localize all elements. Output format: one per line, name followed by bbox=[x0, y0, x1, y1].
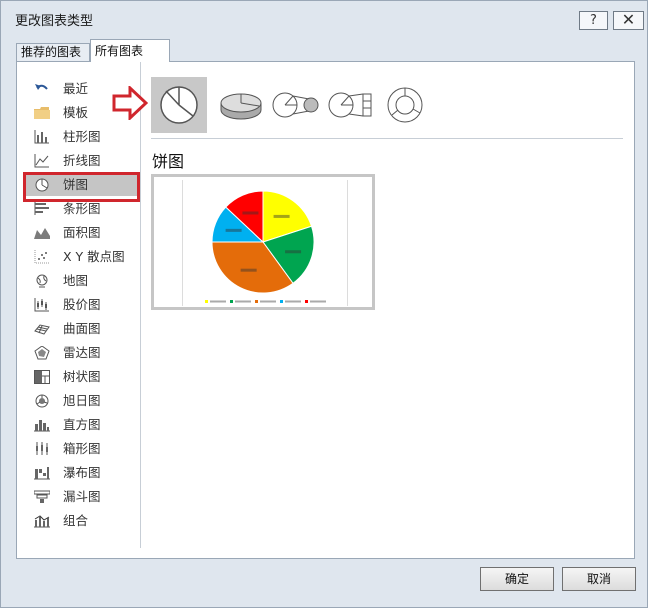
sidebar-item-box-whisker[interactable]: 箱形图 bbox=[23, 438, 137, 460]
sidebar-item-line[interactable]: 折线图 bbox=[23, 150, 137, 172]
surface-chart-icon bbox=[34, 324, 50, 335]
help-button[interactable]: ? bbox=[579, 11, 608, 30]
divider bbox=[151, 138, 623, 139]
folder-icon bbox=[34, 107, 50, 119]
treemap-icon bbox=[34, 370, 50, 384]
subtype-doughnut[interactable] bbox=[377, 77, 433, 133]
legend-swatch-4 bbox=[305, 300, 308, 303]
pie-data-label-2 bbox=[240, 268, 257, 272]
chart-subtype-heading: 饼图 bbox=[152, 152, 185, 171]
tab-all-charts[interactable]: 所有图表 bbox=[90, 39, 170, 62]
sidebar-item-label: 面积图 bbox=[63, 225, 101, 240]
sidebar-item-label: 地图 bbox=[63, 273, 89, 288]
funnel-icon bbox=[34, 490, 50, 503]
pie-subtype-gallery bbox=[151, 77, 621, 133]
pie-data-label-3 bbox=[225, 228, 242, 232]
sidebar-item-label: 模板 bbox=[63, 105, 89, 120]
scatter-chart-icon bbox=[34, 250, 49, 264]
sidebar-item-label: 树状图 bbox=[63, 369, 101, 384]
legend-entry-0 bbox=[210, 300, 226, 303]
subtype-bar-of-pie[interactable] bbox=[323, 77, 379, 133]
tab-recommended-charts[interactable]: 推荐的图表 bbox=[16, 43, 90, 61]
sidebar-item-label: 瀑布图 bbox=[63, 465, 101, 480]
sidebar-item-label: 组合 bbox=[63, 513, 89, 528]
subtype-pie-of-pie[interactable] bbox=[267, 77, 323, 133]
pie-chart-preview bbox=[205, 190, 326, 303]
sidebar-item-label: 直方图 bbox=[63, 417, 101, 432]
close-button[interactable]: ✕ bbox=[613, 11, 644, 30]
legend-entry-1 bbox=[235, 300, 251, 303]
undo-arrow-icon bbox=[35, 84, 48, 90]
chart-type-list: 最近 模板 柱形图 折线图 饼图 条形图 面积图 X Y 散点图 地图 股价图 … bbox=[17, 62, 141, 548]
pie-3d-icon bbox=[220, 93, 262, 120]
combo-chart-icon bbox=[34, 515, 50, 528]
pie-icon bbox=[160, 86, 198, 124]
pie-data-label-1 bbox=[285, 250, 302, 254]
box-whisker-icon bbox=[36, 442, 48, 455]
subtype-pie[interactable] bbox=[151, 77, 207, 133]
stock-chart-icon bbox=[34, 298, 49, 312]
sidebar-item-combo[interactable]: 组合 bbox=[23, 510, 137, 532]
sidebar-item-label: 箱形图 bbox=[63, 441, 101, 456]
pie-selection-highlight bbox=[23, 172, 140, 202]
sidebar-item-scatter[interactable]: X Y 散点图 bbox=[23, 246, 137, 268]
legend-swatch-0 bbox=[205, 300, 208, 303]
sidebar-item-map[interactable]: 地图 bbox=[23, 270, 137, 292]
sunburst-icon bbox=[35, 394, 49, 408]
window-title: 更改图表类型 bbox=[15, 14, 94, 29]
radar-chart-icon bbox=[34, 346, 50, 360]
area-chart-icon bbox=[34, 228, 50, 239]
sidebar-item-label: X Y 散点图 bbox=[63, 249, 125, 264]
waterfall-icon bbox=[34, 467, 50, 480]
globe-icon bbox=[36, 274, 48, 288]
legend-swatch-1 bbox=[230, 300, 233, 303]
legend-swatch-3 bbox=[280, 300, 283, 303]
sidebar-item-histogram[interactable]: 直方图 bbox=[23, 414, 137, 436]
legend-entry-3 bbox=[285, 300, 301, 303]
column-chart-icon bbox=[34, 130, 49, 144]
title-bar: 更改图表类型 ? ✕ bbox=[1, 1, 647, 35]
pie-of-pie-icon bbox=[272, 92, 319, 118]
pie-data-label-0 bbox=[273, 214, 290, 218]
red-arrow-icon bbox=[112, 86, 148, 120]
sidebar-item-radar[interactable]: 雷达图 bbox=[23, 342, 137, 364]
bar-of-pie-icon bbox=[328, 92, 372, 118]
sidebar-item-stock[interactable]: 股价图 bbox=[23, 294, 137, 316]
legend-entry-4 bbox=[310, 300, 326, 303]
sidebar-item-sunburst[interactable]: 旭日图 bbox=[23, 390, 137, 412]
bar-chart-icon bbox=[34, 202, 49, 215]
sidebar-item-treemap[interactable]: 树状图 bbox=[23, 366, 137, 388]
sidebar-item-label: 柱形图 bbox=[63, 129, 101, 144]
preview-canvas bbox=[182, 180, 348, 306]
line-chart-icon bbox=[34, 154, 49, 168]
all-charts-panel: 最近 模板 柱形图 折线图 饼图 条形图 面积图 X Y 散点图 地图 股价图 … bbox=[16, 61, 635, 559]
change-chart-type-dialog: 更改图表类型 ? ✕ 推荐的图表 所有图表 最近 模板 柱形图 折线图 饼图 条… bbox=[0, 0, 648, 608]
sidebar-item-waterfall[interactable]: 瀑布图 bbox=[23, 462, 137, 484]
sidebar-item-label: 雷达图 bbox=[63, 345, 101, 360]
sidebar-item-label: 旭日图 bbox=[63, 393, 101, 408]
sidebar-item-label: 漏斗图 bbox=[63, 489, 101, 504]
subtype-pie-3d[interactable] bbox=[213, 77, 269, 133]
sidebar-item-label: 最近 bbox=[63, 81, 89, 96]
doughnut-icon bbox=[387, 87, 423, 123]
sidebar-item-area[interactable]: 面积图 bbox=[23, 222, 137, 244]
sidebar-item-label: 股价图 bbox=[63, 297, 101, 312]
sidebar-item-label: 曲面图 bbox=[63, 321, 101, 336]
legend-swatch-2 bbox=[255, 300, 258, 303]
sidebar-item-funnel[interactable]: 漏斗图 bbox=[23, 486, 137, 508]
chart-preview[interactable] bbox=[151, 174, 375, 310]
cancel-button[interactable]: 取消 bbox=[562, 567, 636, 591]
ok-button[interactable]: 确定 bbox=[480, 567, 554, 591]
sidebar-item-column[interactable]: 柱形图 bbox=[23, 126, 137, 148]
legend-entry-2 bbox=[260, 300, 276, 303]
pie-data-label-4 bbox=[242, 211, 259, 215]
sidebar-item-label: 折线图 bbox=[63, 153, 101, 168]
histogram-icon bbox=[34, 420, 50, 432]
sidebar-item-surface[interactable]: 曲面图 bbox=[23, 318, 137, 340]
